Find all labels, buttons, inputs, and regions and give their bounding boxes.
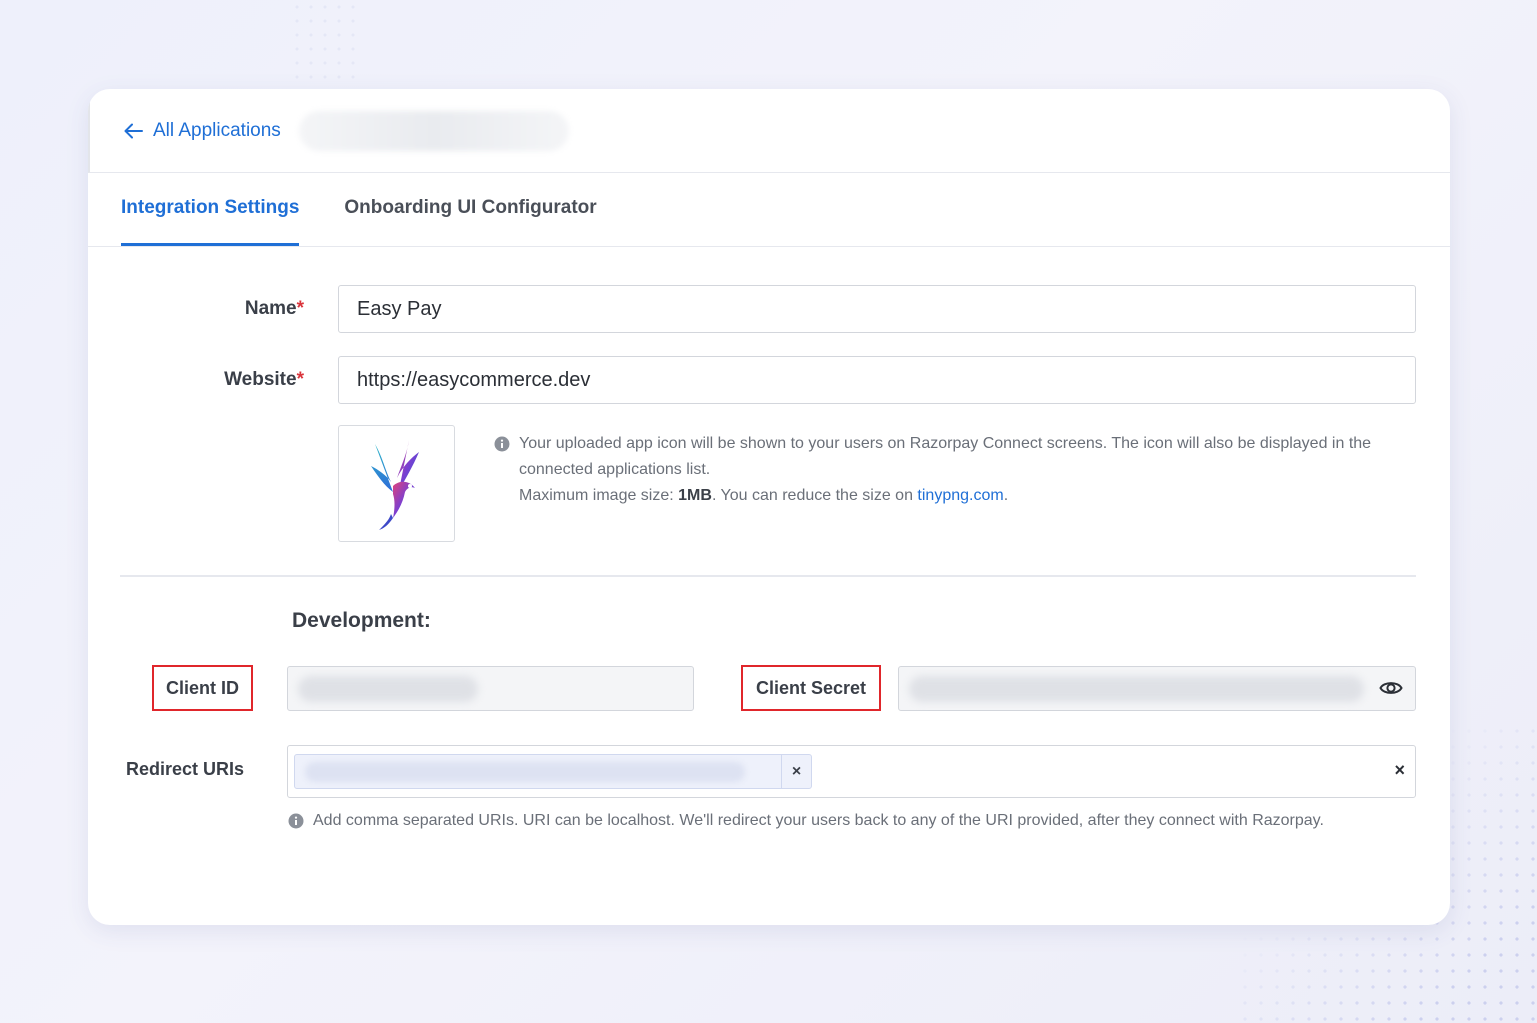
all-applications-link[interactable]: All Applications (124, 120, 281, 142)
max-size-value: 1MB (678, 487, 712, 504)
tab-onboarding-ui-configurator[interactable]: Onboarding UI Configurator (344, 172, 596, 246)
app-icon-upload[interactable] (338, 425, 455, 542)
header-bar: All Applications (88, 89, 1450, 173)
all-applications-label: All Applications (153, 119, 281, 141)
chip-content (295, 755, 781, 788)
eye-icon[interactable] (1379, 678, 1403, 698)
image-size-note: Maximum image size: 1MB. You can reduce … (519, 487, 1009, 504)
redirect-uris-help: Add comma separated URIs. URI can be loc… (288, 812, 1324, 830)
clear-all-button[interactable]: × (1394, 760, 1405, 781)
website-label: Website* (224, 369, 304, 390)
client-secret-label: Client Secret (741, 665, 881, 711)
section-divider (120, 575, 1416, 577)
redacted-app-name (298, 110, 569, 151)
redirect-uris-label: Redirect URIs (126, 759, 245, 779)
background-dots-top (290, 0, 360, 90)
required-mark: * (296, 298, 304, 319)
name-label: Name* (244, 298, 304, 319)
bird-logo-icon (370, 439, 419, 530)
website-input[interactable] (338, 356, 1416, 404)
development-heading: Development: (292, 609, 431, 632)
redacted-redirect-uri (305, 761, 745, 782)
redacted-client-id (298, 675, 478, 702)
info-icon (494, 436, 510, 452)
required-mark: * (296, 369, 304, 390)
client-secret-field[interactable] (898, 666, 1416, 711)
redirect-help-text: Add comma separated URIs. URI can be loc… (313, 812, 1324, 829)
client-id-label: Client ID (152, 665, 253, 711)
redirect-uris-input[interactable]: × × (287, 745, 1416, 798)
tab-integration-settings[interactable]: Integration Settings (121, 172, 300, 246)
name-input[interactable] (338, 285, 1416, 333)
info-icon (288, 813, 304, 829)
tinypng-link[interactable]: tinypng.com (917, 487, 1003, 504)
client-id-field[interactable] (287, 666, 694, 711)
application-settings-card: All Applications Integration Settings On… (88, 89, 1450, 925)
remove-chip-button[interactable]: × (781, 755, 811, 788)
redacted-client-secret (909, 675, 1364, 702)
redirect-uri-chip: × (294, 754, 812, 789)
app-icon-help-text: Your uploaded app icon will be shown to … (519, 435, 1372, 478)
arrow-left-icon (124, 123, 143, 138)
name-row: Name* (88, 285, 1416, 333)
app-icon-help: Your uploaded app icon will be shown to … (494, 431, 1394, 509)
website-row: Website* (88, 356, 1416, 404)
tab-bar: Integration Settings Onboarding UI Confi… (88, 173, 1450, 247)
